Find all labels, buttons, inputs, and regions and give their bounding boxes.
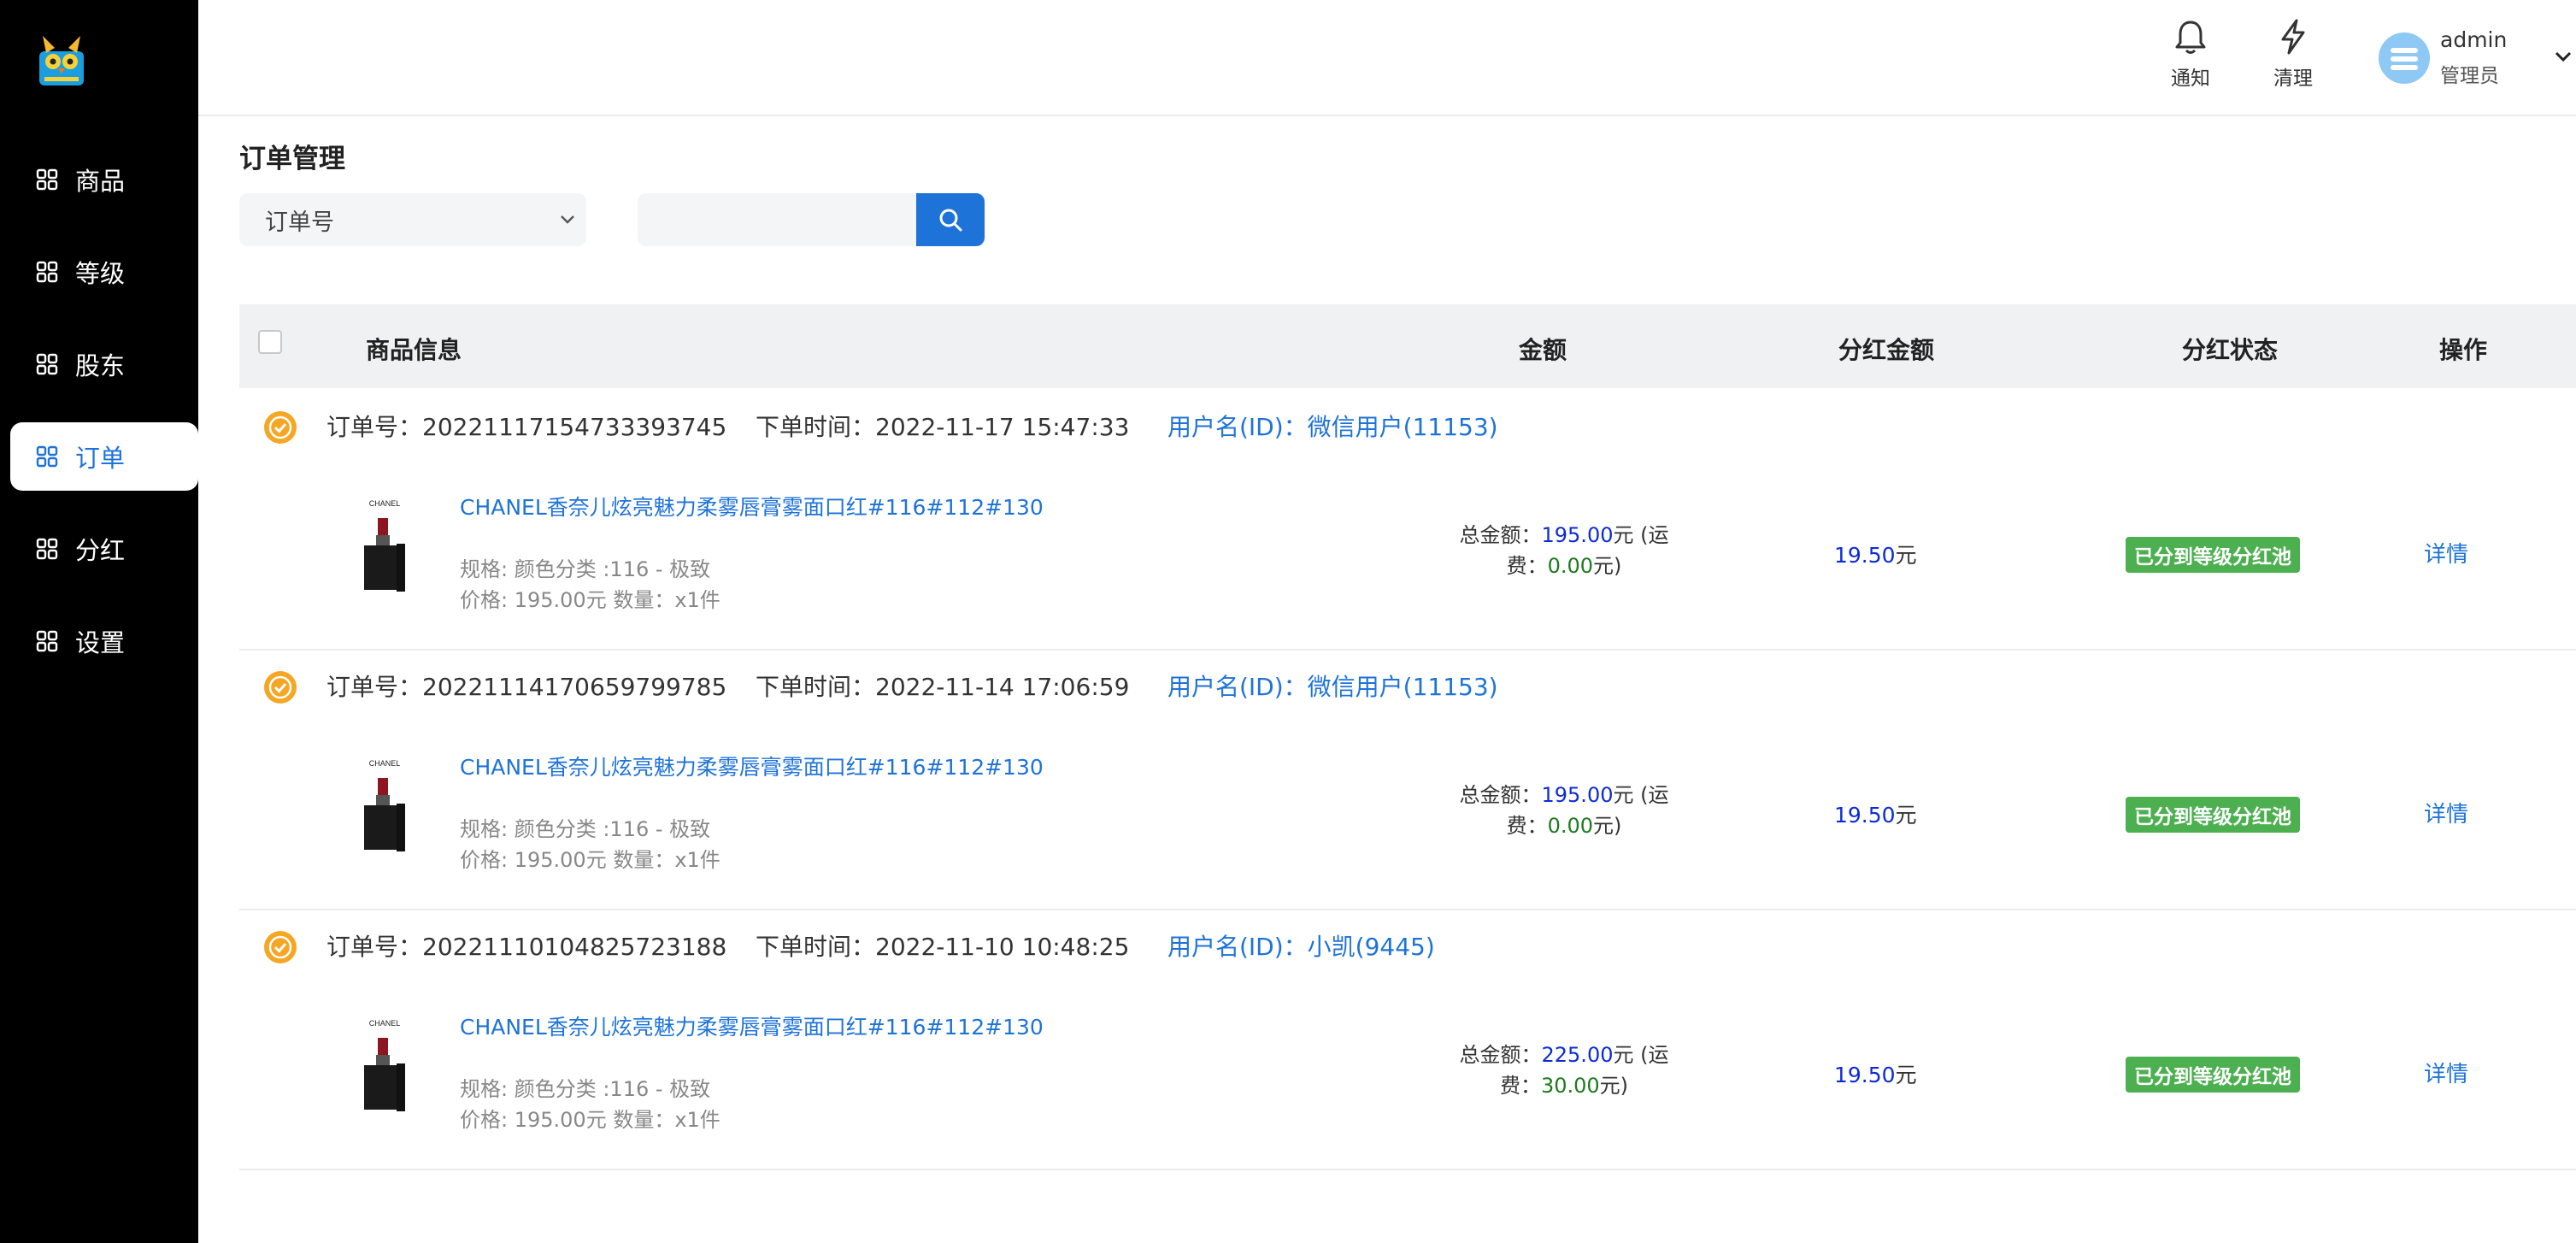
order-number: 订单号：20221110104825723188: [326, 933, 727, 961]
avatar: [2379, 32, 2430, 84]
bell-icon: [2175, 21, 2206, 54]
dividend-amount: 19.50元: [1834, 803, 1917, 828]
app-logo-icon: [39, 36, 84, 85]
user-info: admin 管理员: [2440, 27, 2507, 88]
sidebar-item-label: 等级: [75, 259, 126, 288]
grid-icon: [36, 168, 58, 191]
order-time: 下单时间：2022-11-14 17:06:59: [756, 673, 1130, 701]
sidebar-item-dividends[interactable]: 分红: [10, 515, 198, 583]
order-time: 下单时间：2022-11-17 15:47:33: [756, 413, 1130, 441]
dividend-amount: 19.50元: [1834, 1063, 1917, 1087]
sidebar-item-orders[interactable]: 订单: [10, 422, 198, 491]
order-time: 下单时间：2022-11-10 10:48:25: [756, 933, 1130, 961]
product-spec: 规格: 颜色分类 :116 - 极致: [460, 1077, 711, 1101]
top-header: 通知 清理: [198, 0, 2576, 116]
chevron-down-icon[interactable]: [2554, 46, 2573, 67]
grid-icon: [36, 353, 58, 375]
order-amount: 总金额：195.00元 (运 费：0.00元): [1459, 523, 1669, 578]
detail-link[interactable]: 详情: [2424, 797, 2468, 828]
grid-icon: [36, 538, 58, 560]
user-role: 管理员: [2440, 65, 2499, 87]
user-menu[interactable]: admin 管理员: [2379, 27, 2507, 88]
order-user[interactable]: 用户名(ID)：小凯(9445): [1167, 928, 1435, 963]
product-image: CHANEL: [364, 759, 405, 851]
clear-button[interactable]: 清理: [2255, 19, 2332, 91]
sidebar-item-label: 分红: [75, 536, 126, 565]
order-user[interactable]: 用户名(ID)：微信用户(11153): [1167, 669, 1498, 703]
sidebar-item-label: 订单: [75, 444, 126, 473]
clear-label: 清理: [2273, 68, 2313, 90]
product-price: 价格: 195.00元 数量：x1件: [460, 848, 720, 872]
brand-label: CHANEL: [369, 1019, 401, 1028]
verified-badge-icon: [264, 931, 297, 963]
detail-link[interactable]: 详情: [2424, 537, 2468, 568]
product-price: 价格: 195.00元 数量：x1件: [460, 588, 720, 612]
header-dividend-status: 分红状态: [2182, 336, 2279, 364]
product-image: CHANEL: [364, 1019, 405, 1111]
notify-button[interactable]: 通知: [2152, 19, 2229, 91]
grid-icon: [36, 261, 58, 283]
brand-label: CHANEL: [369, 759, 401, 768]
search-field-select[interactable]: 订单号: [239, 193, 586, 246]
order-number: 订单号：20221117154733393745: [326, 413, 727, 441]
username: admin: [2440, 27, 2508, 52]
table-header: 商品信息 金额 分红金额 分红状态 操作: [239, 304, 2576, 388]
verified-badge-icon: [264, 411, 297, 444]
lightning-icon: [2281, 19, 2305, 55]
sidebar: 商品 等级 股东 订单 分红 设置: [0, 0, 198, 1243]
status-badge: 已分到等级分红池: [2126, 1057, 2300, 1093]
detail-link[interactable]: 详情: [2424, 1057, 2468, 1088]
status-badge: 已分到等级分红池: [2126, 797, 2300, 833]
search-icon: [939, 209, 962, 232]
product-title-link[interactable]: CHANEL香奈儿炫亮魅力柔雾唇膏雾面口红#116#112#130: [460, 1010, 1044, 1041]
dividend-amount: 19.50元: [1834, 543, 1917, 568]
header-action: 操作: [2439, 336, 2488, 364]
sidebar-item-levels[interactable]: 等级: [10, 238, 198, 306]
order-number: 订单号：20221114170659799785: [326, 673, 727, 701]
sidebar-item-label: 设置: [75, 628, 126, 657]
product-spec: 规格: 颜色分类 :116 - 极致: [460, 557, 711, 581]
product-image: CHANEL: [364, 499, 405, 592]
header-amount: 金额: [1519, 336, 1567, 364]
sidebar-item-shareholders[interactable]: 股东: [10, 330, 198, 398]
order-amount: 总金额：195.00元 (运 费：0.00元): [1459, 783, 1669, 838]
table-row: 订单号：20221117154733393745 下单时间：2022-11-17…: [239, 390, 2576, 651]
grid-icon: [36, 445, 58, 468]
sidebar-item-label: 商品: [75, 167, 126, 196]
table-row: 订单号：20221114170659799785 下单时间：2022-11-14…: [239, 650, 2576, 910]
search-input[interactable]: [638, 193, 916, 246]
notify-label: 通知: [2171, 68, 2210, 90]
sidebar-item-settings[interactable]: 设置: [10, 607, 198, 675]
page-title: 订单管理: [239, 144, 345, 174]
verified-badge-icon: [264, 671, 297, 704]
order-amount: 总金额：225.00元 (运 费：30.00元): [1459, 1043, 1669, 1098]
select-value: 订单号: [265, 209, 334, 236]
grid-icon: [36, 630, 58, 652]
sidebar-item-label: 股东: [75, 351, 126, 380]
search-button[interactable]: [916, 193, 985, 246]
chevron-down-icon: [561, 215, 574, 224]
header-dividend-amount: 分红金额: [1838, 336, 1935, 364]
sidebar-item-products[interactable]: 商品: [10, 145, 198, 214]
status-badge: 已分到等级分红池: [2126, 537, 2300, 573]
table-row: 订单号：20221110104825723188 下单时间：2022-11-10…: [239, 910, 2576, 1170]
select-all-checkbox[interactable]: [258, 330, 282, 354]
product-title-link[interactable]: CHANEL香奈儿炫亮魅力柔雾唇膏雾面口红#116#112#130: [460, 751, 1044, 781]
brand-label: CHANEL: [369, 499, 401, 508]
order-user[interactable]: 用户名(ID)：微信用户(11153): [1167, 409, 1498, 443]
product-price: 价格: 195.00元 数量：x1件: [460, 1108, 720, 1132]
header-product: 商品信息: [366, 336, 462, 364]
product-spec: 规格: 颜色分类 :116 - 极致: [460, 817, 711, 841]
product-title-link[interactable]: CHANEL香奈儿炫亮魅力柔雾唇膏雾面口红#116#112#130: [460, 491, 1044, 521]
